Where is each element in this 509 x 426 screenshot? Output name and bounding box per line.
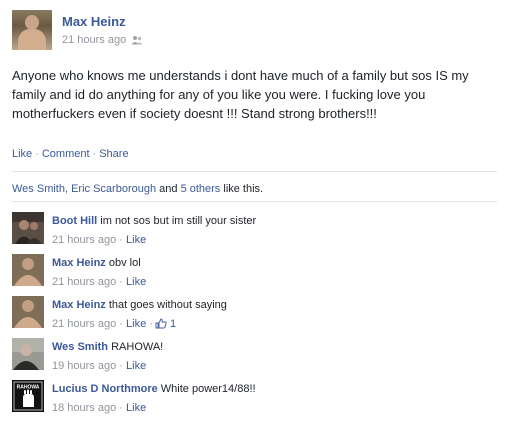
commenter-avatar[interactable]: [12, 254, 44, 286]
comment: Max Heinz that goes without saying 21 ho…: [12, 296, 497, 338]
post-text: Anyone who knows me understands i dont h…: [12, 68, 469, 121]
comment-like-link[interactable]: Like: [126, 276, 146, 288]
commenter-avatar[interactable]: [12, 212, 44, 244]
separator: ·: [35, 148, 39, 160]
separator: ·: [119, 360, 123, 372]
comment-body: Boot Hill im not sos but im still your s…: [52, 214, 492, 246]
comment-body: Max Heinz obv lol 21 hours ago · Like: [52, 256, 492, 288]
comment-timestamp[interactable]: 19 hours ago: [52, 360, 116, 372]
comment-text: im not sos but im still your sister: [100, 215, 257, 227]
avatar-head: [25, 15, 39, 30]
comment-like-link[interactable]: Like: [126, 402, 146, 414]
comment-text: that goes without saying: [108, 299, 227, 311]
comment-body: Wes Smith RAHOWA! 19 hours ago · Like: [52, 340, 492, 372]
share-link[interactable]: Share: [99, 148, 128, 160]
thumbs-up-icon[interactable]: [155, 318, 167, 329]
commenter-name[interactable]: Wes Smith: [52, 341, 108, 353]
likes-summary: Wes Smith, Eric Scarborough and 5 others…: [12, 183, 263, 195]
commenter-avatar[interactable]: [12, 296, 44, 328]
commenter-name[interactable]: Lucius D Northmore: [52, 383, 158, 395]
comment-text: RAHOWA!: [111, 341, 164, 353]
comment-body: Max Heinz that goes without saying 21 ho…: [52, 298, 492, 330]
others-link[interactable]: 5 others: [181, 183, 221, 195]
comment-like-link[interactable]: Like: [126, 360, 146, 372]
separator: ·: [149, 318, 153, 330]
divider: [12, 171, 497, 172]
separator: ·: [119, 402, 123, 414]
likes-suffix: like this.: [223, 183, 264, 195]
divider: [12, 201, 497, 202]
comment-timestamp[interactable]: 21 hours ago: [52, 276, 116, 288]
separator: ·: [119, 276, 123, 288]
avatar-torso: [18, 29, 46, 50]
commenter-avatar[interactable]: RAHOWA: [12, 380, 44, 412]
comment-like-link[interactable]: Like: [126, 318, 146, 330]
post-actions: Like · Comment · Share: [12, 148, 129, 160]
commenter-avatar[interactable]: [12, 338, 44, 370]
comment: Max Heinz obv lol 21 hours ago · Like: [12, 254, 497, 296]
commenter-name[interactable]: Max Heinz: [52, 299, 106, 311]
comment: Boot Hill im not sos but im still your s…: [12, 212, 497, 254]
friends-icon[interactable]: [131, 35, 143, 45]
comment-text: obv lol: [108, 257, 141, 269]
comment-like-link[interactable]: Like: [126, 234, 146, 246]
post: Max Heinz 21 hours ago Anyone who knows …: [0, 0, 509, 426]
separator: ·: [119, 318, 123, 330]
comment-text: White power14/88!!: [160, 383, 256, 395]
comment-timestamp[interactable]: 18 hours ago: [52, 402, 116, 414]
comment-timestamp[interactable]: 21 hours ago: [52, 318, 116, 330]
comment-body: Lucius D Northmore White power14/88!! 18…: [52, 382, 492, 414]
comment-timestamp[interactable]: 21 hours ago: [52, 234, 116, 246]
post-timestamp[interactable]: 21 hours ago: [62, 34, 126, 46]
like-link[interactable]: Like: [12, 148, 32, 160]
likes-and: and: [159, 183, 178, 195]
comment-link[interactable]: Comment: [42, 148, 90, 160]
separator: ·: [92, 148, 97, 160]
commenter-name[interactable]: Boot Hill: [52, 215, 97, 227]
separator: ·: [119, 234, 123, 246]
likers-link[interactable]: Wes Smith, Eric Scarborough: [12, 183, 156, 195]
author-name[interactable]: Max Heinz: [62, 14, 126, 29]
comment: Wes Smith RAHOWA! 19 hours ago · Like: [12, 338, 497, 380]
author-avatar[interactable]: [12, 10, 52, 50]
commenter-name[interactable]: Max Heinz: [52, 257, 106, 269]
comment: RAHOWA Lucius D Northmore White power14/…: [12, 380, 497, 422]
comment-likes-count[interactable]: 1: [170, 318, 176, 330]
